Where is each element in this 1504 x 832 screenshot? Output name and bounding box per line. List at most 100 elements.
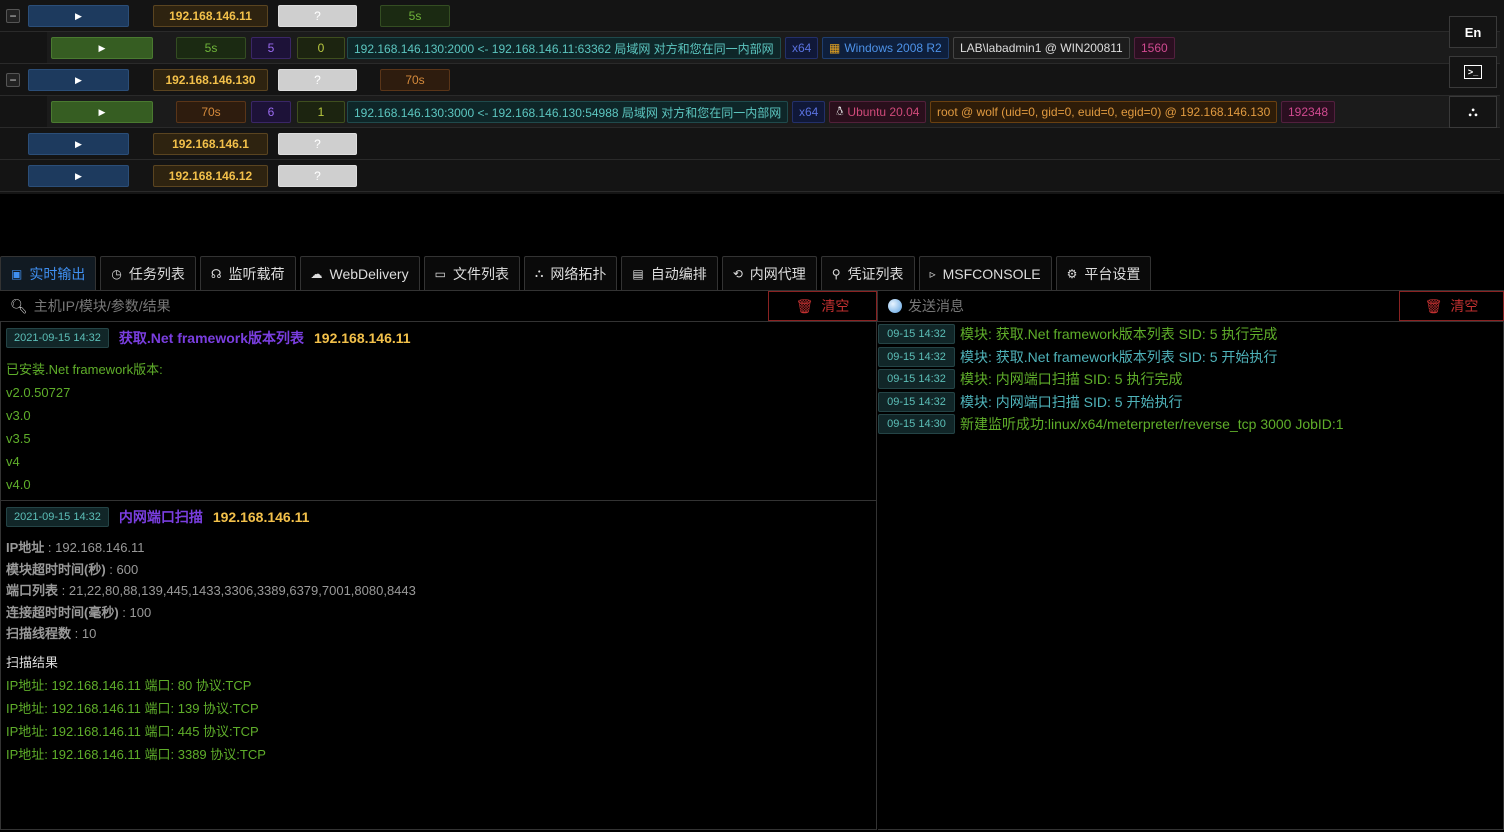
message-input[interactable]: 发送消息 <box>877 291 1399 321</box>
tab-9[interactable]: ▹ MSFCONSOLE <box>918 256 1052 290</box>
result-block: 2021-09-15 14:32 内网端口扫描 192.168.146.11 IP地址… <box>1 501 876 770</box>
param-line: IP地址 : 192.168.146.11 <box>6 540 145 555</box>
host-os-badge: ? <box>278 165 357 187</box>
result-line: v2.0.50727 <box>6 385 71 400</box>
result-title: 扫描结果 <box>6 654 59 670</box>
tab-8[interactable]: ⚲ 凭证列表 <box>820 256 915 290</box>
session-action-button[interactable]: ▶ <box>51 37 153 59</box>
headphones-icon: ☊ <box>210 266 222 281</box>
result-timestamp: 2021-09-15 14:32 <box>6 328 109 348</box>
clear-messages-button[interactable]: 🗑︎ 清空 <box>1399 291 1504 321</box>
search-placeholder: 主机IP/模块/参数/结果 <box>33 298 171 314</box>
play-icon: ▶ <box>98 42 106 53</box>
host-row: − ▶ 192.168.146.11? 5s <box>0 0 1500 32</box>
search-icon: 🔍︎ <box>10 297 28 314</box>
tab-1[interactable]: ◷ 任务列表 <box>100 256 196 290</box>
tab-0[interactable]: ▣ 实时输出 <box>0 256 97 290</box>
session-os-badge: 🐧︎ Ubuntu 20.04 <box>829 101 927 123</box>
module-name: 内网端口扫描 <box>118 509 203 525</box>
tab-10[interactable]: ⚙ 平台设置 <box>1055 256 1152 290</box>
result-line: v3.0 <box>6 408 31 423</box>
session-row: ▶ 70s 6 1 192.168.146.130:3000 <- 192.168.14… <box>0 96 1500 128</box>
message-timestamp: 09-15 14:32 <box>878 324 955 345</box>
tab-7[interactable]: ⟲ 内网代理 <box>721 256 817 290</box>
message-item: 09-15 14:32 模块: 获取.Net framework版本列表 SID:… <box>878 346 1503 369</box>
result-timestamp: 2021-09-15 14:32 <box>6 507 109 527</box>
language-label: En <box>1464 24 1482 40</box>
play-icon: ▶ <box>98 106 106 117</box>
message-item: 09-15 14:30 新建监听成功:linux/x64/meterpreter/… <box>878 413 1503 436</box>
param-line: 端口列表 : 21,22,80,88,139,445,1433,3306,338… <box>6 583 416 598</box>
language-toggle-button[interactable]: En <box>1449 16 1497 48</box>
folder-icon: ▭ <box>434 266 446 281</box>
robot-icon: ▤ <box>632 266 644 281</box>
cloud-icon: ☁ <box>310 266 323 281</box>
host-os-badge: ? <box>278 69 357 91</box>
result-line: 已安装.Net framework版本: <box>6 362 163 377</box>
tab-4[interactable]: ▭ 文件列表 <box>423 256 520 290</box>
topology-button[interactable]: ⛬ <box>1449 96 1497 128</box>
session-action-button[interactable]: ▶ <box>51 101 153 123</box>
collapse-button[interactable]: − <box>6 73 20 87</box>
network-icon: ⛬ <box>1468 104 1478 119</box>
realtime-output-panel: 2021-09-15 14:32 获取.Net framework版本列表 192.… <box>0 322 877 830</box>
message-item: 09-15 14:32 模块: 获取.Net framework版本列表 SID:… <box>878 323 1503 346</box>
result-header: 2021-09-15 14:32 内网端口扫描 192.168.146.11 <box>6 507 871 527</box>
tab-label: 凭证列表 <box>847 265 904 282</box>
message-log-panel: 09-15 14:32 模块: 获取.Net framework版本列表 SID:… <box>878 322 1504 830</box>
param-key: 端口列表 <box>6 583 59 598</box>
network-icon: ⛬ <box>534 266 544 280</box>
host-action-button[interactable]: ▶ <box>28 69 129 91</box>
trash-icon: 🗑︎ <box>795 297 814 314</box>
param-value: 10 <box>81 626 97 641</box>
host-action-button[interactable]: ▶ <box>28 165 129 187</box>
connection-badge: 192.168.146.130:2000 <- 192.168.146.11:6… <box>347 37 781 59</box>
tab-label: 内网代理 <box>749 265 806 282</box>
play-icon: ▶ <box>75 170 82 181</box>
play-icon: ▶ <box>75 10 82 21</box>
message-text: 模块: 获取.Net framework版本列表 SID: 5 执行完成 <box>960 326 1278 343</box>
message-text: 新建监听成功:linux/x64/meterpreter/reverse_tcp… <box>960 416 1344 433</box>
host-os-badge: ? <box>278 5 357 27</box>
search-input[interactable]: 🔍︎ 主机IP/模块/参数/结果 <box>0 291 768 321</box>
linux-icon: 🐧︎ <box>836 104 844 118</box>
param-line: 连接超时时间(毫秒) : 100 <box>6 604 152 620</box>
host-action-button[interactable]: ▶ <box>28 133 129 155</box>
message-text: 模块: 获取.Net framework版本列表 SID: 5 开始执行 <box>960 348 1278 365</box>
tab-label: 自动编排 <box>650 265 707 282</box>
session-time-badge: 5s <box>176 37 246 59</box>
tab-6[interactable]: ▤ 自动编排 <box>621 256 718 290</box>
tab-label: MSFCONSOLE <box>942 265 1041 282</box>
windows-icon: ▦ <box>829 41 841 55</box>
connection-badge: 192.168.146.130:3000 <- 192.168.146.130:… <box>347 101 789 123</box>
host-ip-badge: 192.168.146.130 <box>153 69 268 91</box>
process-id-badge: 1560 <box>1134 37 1175 59</box>
globe-icon <box>888 299 902 313</box>
param-value: 600 <box>116 561 139 577</box>
host-row: − ▶ 192.168.146.130? 70s <box>0 64 1500 96</box>
terminal-button[interactable]: >_ <box>1449 56 1497 88</box>
host-time-badge: 70s <box>380 69 450 91</box>
message-timestamp: 09-15 14:32 <box>878 391 955 412</box>
key-icon: ⚲ <box>831 266 841 281</box>
message-item: 09-15 14:32 模块: 内网端口扫描 SID: 5 执行完成 <box>878 368 1503 391</box>
host-ip-badge: 192.168.146.11 <box>153 5 268 27</box>
host-row: ▶ 192.168.146.12? <box>0 160 1500 192</box>
message-timestamp: 09-15 14:30 <box>878 414 955 435</box>
result-host-ip: 192.168.146.11 <box>212 509 310 525</box>
job-id-badge: 1 <box>297 101 345 123</box>
host-ip-badge: 192.168.146.12 <box>153 165 268 187</box>
tab-5[interactable]: ⛬ 网络拓扑 <box>523 256 618 290</box>
result-header: 2021-09-15 14:32 获取.Net framework版本列表 192.… <box>6 328 871 348</box>
tab-label: 任务列表 <box>128 265 185 282</box>
message-timestamp: 09-15 14:32 <box>878 346 955 367</box>
collapse-button[interactable]: − <box>6 9 20 23</box>
session-time-badge: 70s <box>176 101 246 123</box>
clear-output-button[interactable]: 🗑︎ 清空 <box>768 291 877 321</box>
host-action-button[interactable]: ▶ <box>28 5 129 27</box>
tab-bar: ▣ 实时输出 ◷ 任务列表 ☊ 监听载荷 ☁ WebDelivery ▭ 文件列表 ⛬ 网络拓扑 ▤ 自动… <box>0 256 1152 290</box>
tab-2[interactable]: ☊ 监听载荷 <box>199 256 296 290</box>
tab-3[interactable]: ☁ WebDelivery <box>299 256 420 290</box>
session-os-label: Ubuntu 20.04 <box>847 105 920 119</box>
tab-label: 平台设置 <box>1084 265 1141 282</box>
